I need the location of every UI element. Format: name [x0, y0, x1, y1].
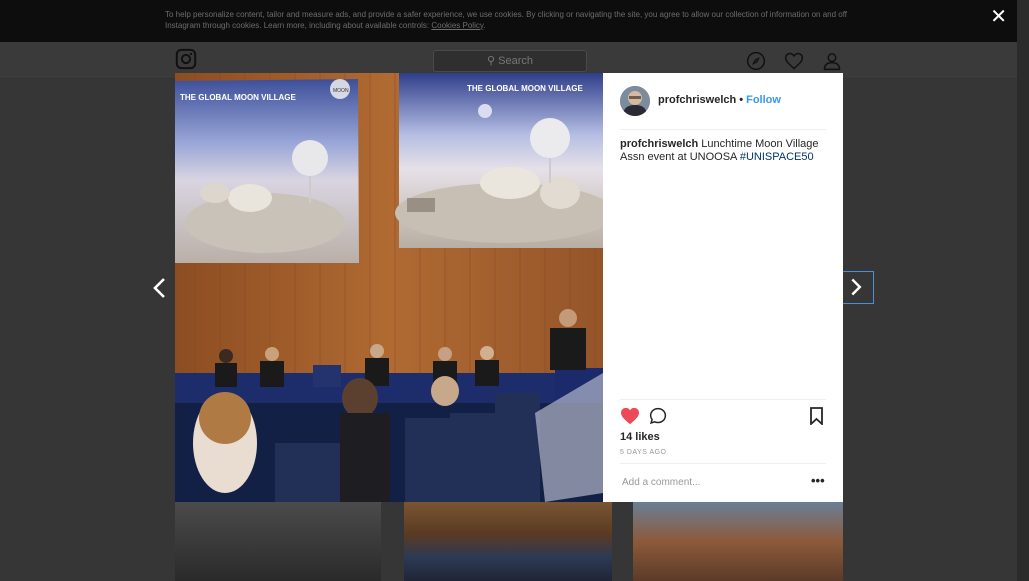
- post-details-panel: profchriswelch • Follow profchriswelch Lun…: [603, 73, 843, 502]
- cookie-text: To help personalize content, tailor and …: [165, 10, 848, 30]
- grid-thumbnail[interactable]: [633, 502, 843, 581]
- more-options-icon[interactable]: •••: [811, 473, 825, 488]
- divider: [620, 399, 826, 400]
- previous-post-chevron-left-icon[interactable]: [150, 276, 170, 300]
- post-caption: profchriswelch Lunchtime Moon Village As…: [620, 138, 825, 164]
- instagram-logo-icon[interactable]: [175, 48, 197, 70]
- caption-username[interactable]: profchriswelch: [620, 138, 698, 150]
- next-post-button[interactable]: [840, 271, 874, 304]
- slide-title-right: THE GLOBAL MOON VILLAGE: [467, 84, 584, 93]
- close-icon[interactable]: ✕: [990, 4, 1007, 28]
- post-photo[interactable]: THE GLOBAL MOON VILLAGE MOON THE GLOBAL …: [175, 73, 603, 502]
- bookmark-icon[interactable]: [809, 407, 824, 425]
- divider: [620, 129, 826, 130]
- avatar[interactable]: [620, 86, 650, 116]
- slide-logo: MOON: [333, 88, 349, 94]
- post-photo-image: THE GLOBAL MOON VILLAGE MOON THE GLOBAL …: [175, 73, 603, 502]
- grid-thumbnail[interactable]: [404, 502, 612, 581]
- cookies-policy-link[interactable]: Cookies Policy: [431, 21, 483, 30]
- search-input[interactable]: ⚲ Search: [433, 50, 587, 72]
- cookie-banner: To help personalize content, tailor and …: [0, 0, 1017, 42]
- separator-dot: •: [739, 94, 744, 106]
- chevron-right-icon: [851, 278, 862, 296]
- cookie-end: .: [483, 20, 486, 30]
- activity-heart-icon[interactable]: [784, 51, 804, 71]
- explore-compass-icon[interactable]: [746, 51, 766, 71]
- hashtag-link[interactable]: #UNISPACE50: [740, 151, 814, 163]
- cookie-banner-text: To help personalize content, tailor and …: [165, 10, 865, 31]
- likes-count[interactable]: 14 likes: [620, 431, 660, 443]
- like-heart-icon[interactable]: [620, 407, 640, 425]
- profile-user-icon[interactable]: [822, 51, 842, 71]
- post-timestamp: 5 DAYS AGO: [620, 449, 667, 456]
- search-placeholder: Search: [498, 55, 533, 67]
- comment-bubble-icon[interactable]: [649, 407, 667, 425]
- add-comment-input[interactable]: Add a comment...: [622, 477, 700, 488]
- avatar-image: [620, 86, 650, 116]
- search-icon: ⚲: [487, 55, 496, 67]
- grid-thumbnail[interactable]: [175, 502, 381, 581]
- post-author-header: profchriswelch • Follow: [658, 94, 781, 106]
- follow-button[interactable]: Follow: [746, 94, 781, 106]
- scrollbar[interactable]: [1017, 0, 1029, 581]
- divider: [620, 463, 826, 464]
- username-link[interactable]: profchriswelch: [658, 94, 736, 106]
- slide-title-left: THE GLOBAL MOON VILLAGE: [180, 93, 297, 102]
